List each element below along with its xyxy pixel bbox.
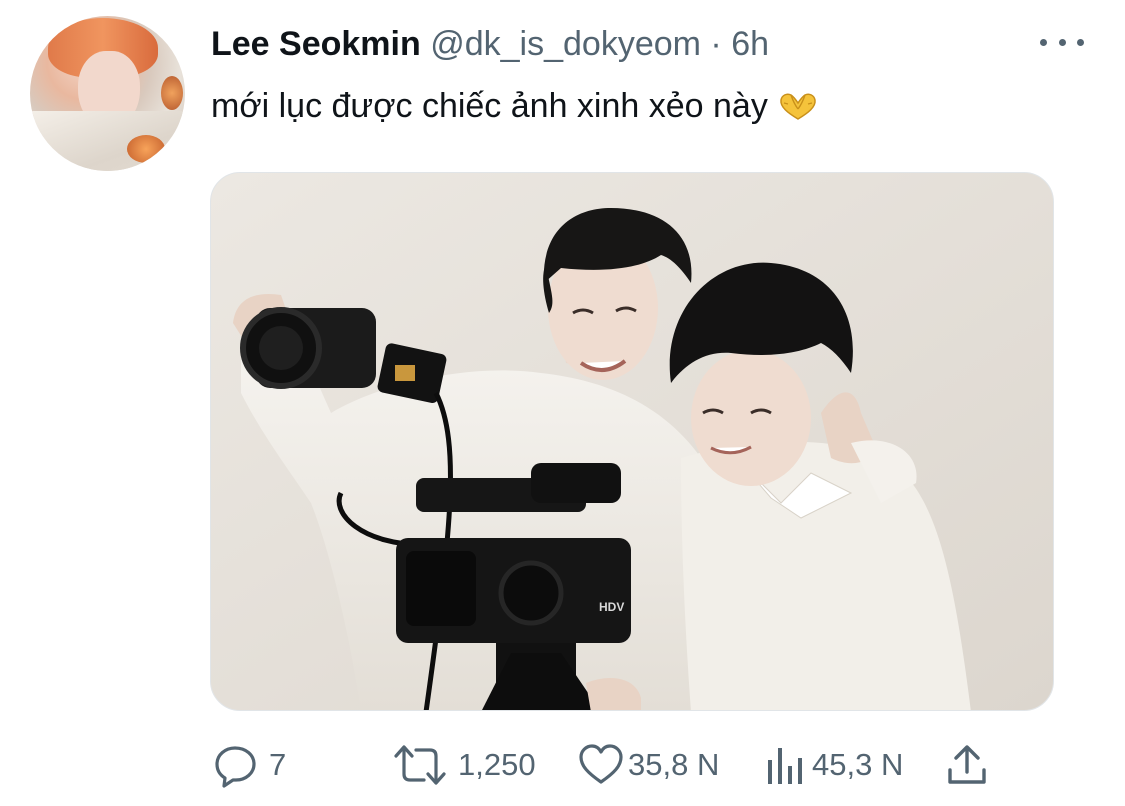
author-handle[interactable]: @dk_is_dokyeom: [430, 25, 701, 63]
like-button[interactable]: 35,8 N: [578, 740, 719, 790]
tweet-media-photo[interactable]: HDV: [210, 172, 1054, 711]
tweet-card[interactable]: Lee Seokmin @dk_is_dokyeom · 6h mới lục …: [0, 0, 1125, 806]
views-button[interactable]: 45,3 N: [766, 740, 903, 790]
retweet-count: 1,250: [458, 747, 536, 782]
reply-icon: [215, 746, 256, 788]
author-avatar[interactable]: [30, 16, 185, 171]
retweet-icon: [394, 745, 446, 785]
tweet-actions-bar: 7 1,250 35,8 N 45,3 N: [0, 740, 1125, 790]
share-button[interactable]: [946, 740, 988, 790]
retweet-button[interactable]: 1,250: [392, 740, 536, 790]
author-display-name[interactable]: Lee Seokmin: [211, 25, 421, 63]
like-count: 35,8 N: [628, 747, 720, 782]
photo-illustration: HDV: [211, 173, 1053, 710]
views-count: 45,3 N: [812, 747, 904, 782]
tweet-timestamp[interactable]: 6h: [731, 25, 769, 63]
views-icon: [768, 748, 802, 784]
header-separator: ·: [710, 25, 722, 63]
share-icon: [948, 745, 986, 784]
like-icon: [579, 744, 623, 784]
reply-count: 7: [269, 747, 287, 782]
tweet-text: mới lục được chiếc ảnh xinh xẻo này: [211, 87, 768, 125]
tweet-header: Lee Seokmin @dk_is_dokyeom · 6h: [211, 24, 769, 64]
reply-button[interactable]: 7: [213, 740, 286, 790]
camcorder-badge: HDV: [599, 600, 624, 614]
more-icon[interactable]: [1040, 32, 1084, 52]
tweet-text-container: mới lục được chiếc ảnh xinh xẻo này: [211, 84, 818, 128]
heart-hands-icon: [780, 93, 816, 120]
